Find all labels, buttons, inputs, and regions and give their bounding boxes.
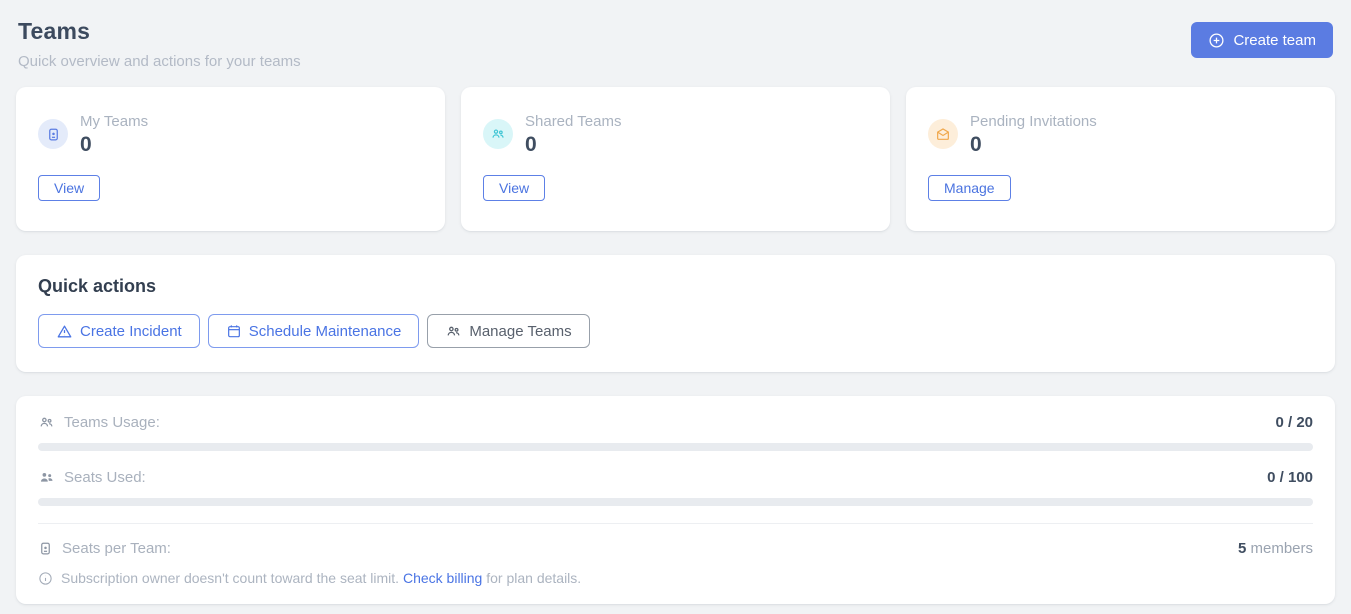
page-title: Teams bbox=[18, 18, 301, 45]
my-teams-card: My Teams 0 View bbox=[16, 87, 445, 231]
page-header: Teams Quick overview and actions for you… bbox=[16, 14, 1335, 70]
stat-cards-row: My Teams 0 View Shared Teams bbox=[16, 87, 1335, 231]
check-billing-link[interactable]: Check billing bbox=[403, 570, 482, 586]
seat-limit-note: Subscription owner doesn't count toward … bbox=[38, 570, 1313, 586]
seats-used-progress-bar bbox=[38, 498, 1313, 506]
view-shared-teams-button[interactable]: View bbox=[483, 175, 545, 201]
usage-label-text: Seats Used: bbox=[64, 469, 146, 486]
group-icon bbox=[445, 323, 462, 340]
quick-actions-card: Quick actions Create Incident bbox=[16, 255, 1335, 372]
page-subtitle: Quick overview and actions for your team… bbox=[18, 53, 301, 70]
divider bbox=[38, 523, 1313, 524]
teams-usage-value: 0 / 20 bbox=[1275, 414, 1313, 431]
info-icon bbox=[38, 571, 53, 586]
calendar-icon bbox=[226, 323, 242, 339]
seats-used-row: Seats Used: 0 / 100 bbox=[38, 469, 1313, 486]
stat-label: Shared Teams bbox=[525, 113, 621, 130]
badge-icon bbox=[38, 541, 53, 556]
quick-actions-buttons: Create Incident Schedule Maintenance bbox=[38, 314, 1313, 348]
people-filled-icon bbox=[38, 469, 55, 486]
stat-label: Pending Invitations bbox=[970, 113, 1097, 130]
schedule-maintenance-button[interactable]: Schedule Maintenance bbox=[208, 314, 420, 348]
usage-card: Teams Usage: 0 / 20 Seats Used: 0 bbox=[16, 396, 1335, 604]
stat-value: 0 bbox=[80, 134, 148, 155]
view-my-teams-button[interactable]: View bbox=[38, 175, 100, 201]
manage-teams-button[interactable]: Manage Teams bbox=[427, 314, 589, 348]
shared-teams-card: Shared Teams 0 View bbox=[461, 87, 890, 231]
create-incident-button[interactable]: Create Incident bbox=[38, 314, 200, 348]
badge-icon bbox=[38, 119, 68, 149]
create-team-button[interactable]: Create team bbox=[1191, 22, 1333, 58]
seats-used-value: 0 / 100 bbox=[1267, 469, 1313, 486]
quick-actions-title: Quick actions bbox=[38, 276, 1313, 297]
plus-circle-icon bbox=[1208, 32, 1225, 49]
note-text: Subscription owner doesn't count toward … bbox=[61, 570, 403, 586]
seats-per-team-value: 5 members bbox=[1238, 540, 1313, 557]
usage-label-text: Seats per Team: bbox=[62, 540, 171, 557]
teams-usage-progress-bar bbox=[38, 443, 1313, 451]
manage-invitations-button[interactable]: Manage bbox=[928, 175, 1011, 201]
seats-per-team-row: Seats per Team: 5 members bbox=[38, 540, 1313, 557]
mail-open-icon bbox=[928, 119, 958, 149]
teams-usage-row: Teams Usage: 0 / 20 bbox=[38, 414, 1313, 431]
header-text: Teams Quick overview and actions for you… bbox=[18, 18, 301, 70]
stat-value: 0 bbox=[970, 134, 1097, 155]
group-outline-icon bbox=[38, 414, 55, 431]
teams-overview-page: Teams Quick overview and actions for you… bbox=[0, 0, 1351, 604]
stat-label: My Teams bbox=[80, 113, 148, 130]
note-text: for plan details. bbox=[482, 570, 581, 586]
usage-label-text: Teams Usage: bbox=[64, 414, 160, 431]
pending-invitations-card: Pending Invitations 0 Manage bbox=[906, 87, 1335, 231]
group-icon bbox=[483, 119, 513, 149]
stat-value: 0 bbox=[525, 134, 621, 155]
warning-icon bbox=[56, 323, 73, 340]
